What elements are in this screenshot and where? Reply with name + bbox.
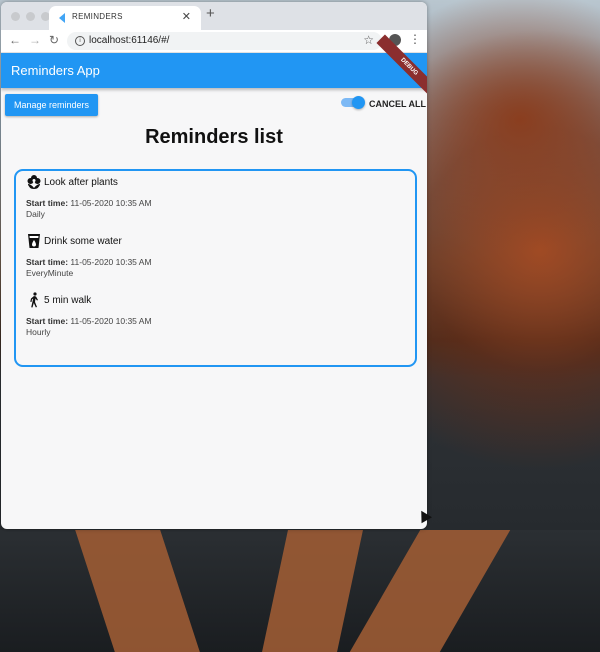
browser-window: REMINDERS ✕ + ← → ↻ i localhost:61146/#/… xyxy=(1,2,427,529)
close-tab-icon[interactable]: ✕ xyxy=(182,10,191,23)
flower-icon xyxy=(27,175,41,189)
cancel-all-toggle[interactable] xyxy=(341,96,365,109)
toggle-knob[interactable] xyxy=(352,96,365,109)
forward-icon[interactable]: → xyxy=(29,33,41,47)
reminder-name: Look after plants xyxy=(44,177,118,188)
tab-bar: REMINDERS ✕ + xyxy=(1,2,427,30)
reminder-frequency: Daily xyxy=(26,209,45,219)
page-content: Manage reminders CANCEL ALL Reminders li… xyxy=(1,88,427,529)
water-glass-icon xyxy=(28,234,40,248)
new-tab-icon[interactable]: + xyxy=(206,5,215,22)
reminder-frequency: Hourly xyxy=(26,327,51,337)
info-icon[interactable]: i xyxy=(75,36,85,46)
browser-menu-icon[interactable]: ⋮ xyxy=(409,32,421,46)
reminder-start-time: Start time: 11-05-2020 10:35 AM xyxy=(26,316,152,326)
manage-reminders-button[interactable]: Manage reminders xyxy=(5,94,98,116)
reload-icon[interactable]: ↻ xyxy=(49,33,59,47)
reminder-name: Drink some water xyxy=(44,236,122,247)
tab-title: REMINDERS xyxy=(72,12,123,21)
reminder-frequency: EveryMinute xyxy=(26,268,74,278)
cancel-all-label: CANCEL ALL xyxy=(369,99,426,109)
reminder-start-time: Start time: 11-05-2020 10:35 AM xyxy=(26,198,152,208)
url-text[interactable]: localhost:61146/#/ xyxy=(89,35,169,46)
bookmark-star-icon[interactable]: ☆ xyxy=(363,33,374,47)
reminder-start-time: Start time: 11-05-2020 10:35 AM xyxy=(26,257,152,267)
minimize-window-button[interactable] xyxy=(26,12,35,21)
browser-tab[interactable]: REMINDERS ✕ xyxy=(49,6,201,30)
window-controls xyxy=(11,12,50,21)
browser-toolbar: ← → ↻ i localhost:61146/#/ ☆ ⋮ xyxy=(1,30,427,53)
reminders-list: Look after plants Start time: 11-05-2020… xyxy=(14,169,417,367)
back-icon[interactable]: ← xyxy=(9,33,21,47)
app-bar: Reminders App DEBUG xyxy=(1,34,427,100)
close-window-button[interactable] xyxy=(11,12,20,21)
reminder-name: 5 min walk xyxy=(44,295,92,306)
walking-person-icon xyxy=(30,292,38,308)
flutter-favicon-icon xyxy=(59,13,65,23)
page-title: Reminders list xyxy=(145,126,283,148)
app-title: Reminders App xyxy=(11,63,100,78)
address-bar[interactable]: i localhost:61146/#/ ☆ xyxy=(67,32,382,50)
